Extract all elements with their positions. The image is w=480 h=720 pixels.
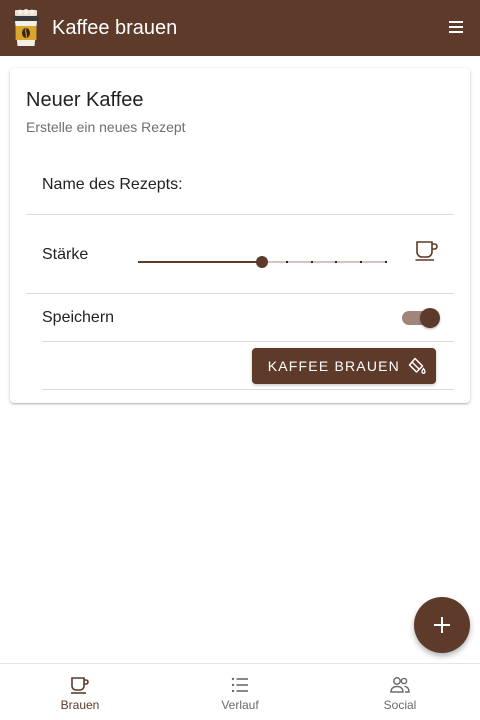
plus-icon xyxy=(434,617,450,633)
nav-item-verlauf[interactable]: Verlauf xyxy=(160,664,320,720)
people-icon xyxy=(390,677,410,693)
slider-tick xyxy=(385,261,387,263)
slider-inactive-track xyxy=(262,261,386,263)
strength-label: Stärke xyxy=(42,246,89,263)
action-row: KAFFEE BRAUEN xyxy=(42,342,454,390)
strength-slider[interactable] xyxy=(138,253,387,273)
nav-item-social[interactable]: Social xyxy=(320,664,480,720)
list-icon xyxy=(231,677,248,693)
save-row: Speichern xyxy=(42,294,454,342)
bottom-navigation: Brauen Verlauf Social xyxy=(0,663,480,720)
recipe-name-input[interactable] xyxy=(42,174,442,196)
nav-label-social: Social xyxy=(383,698,417,712)
coffee-cup-icon xyxy=(415,241,438,261)
save-label: Speichern xyxy=(42,309,115,326)
coffee-cup-logo-icon xyxy=(13,9,39,46)
app-bar: Kaffee brauen xyxy=(0,0,480,56)
slider-thumb[interactable] xyxy=(256,256,268,268)
hamburger-menu-icon[interactable] xyxy=(446,18,466,38)
strength-row: Stärke xyxy=(26,215,454,294)
toggle-thumb xyxy=(420,308,440,328)
nav-item-brauen[interactable]: Brauen xyxy=(0,664,160,720)
save-toggle[interactable] xyxy=(402,308,440,328)
slider-tick xyxy=(360,261,362,263)
slider-active-track xyxy=(138,261,262,263)
slider-tick xyxy=(286,261,288,263)
card-subtitle: Erstelle ein neues Rezept xyxy=(26,119,186,135)
card-title: Neuer Kaffee xyxy=(26,89,144,111)
coffee-cup-icon xyxy=(71,677,89,694)
paint-bucket-icon xyxy=(408,357,426,374)
slider-tick xyxy=(335,261,337,263)
brew-coffee-label: KAFFEE BRAUEN xyxy=(267,358,400,374)
recipe-name-row xyxy=(26,168,454,215)
slider-tick xyxy=(311,261,313,263)
nav-label-verlauf: Verlauf xyxy=(221,698,259,712)
brew-coffee-button[interactable]: KAFFEE BRAUEN xyxy=(251,348,436,384)
new-coffee-card: Neuer Kaffee Erstelle ein neues Rezept S… xyxy=(10,68,470,403)
app-title: Kaffee brauen xyxy=(52,17,178,39)
add-fab-button[interactable] xyxy=(414,597,470,653)
app-page: Kaffee brauen Neuer Kaffee Erstelle ein … xyxy=(0,0,480,720)
nav-label-brauen: Brauen xyxy=(60,698,100,712)
